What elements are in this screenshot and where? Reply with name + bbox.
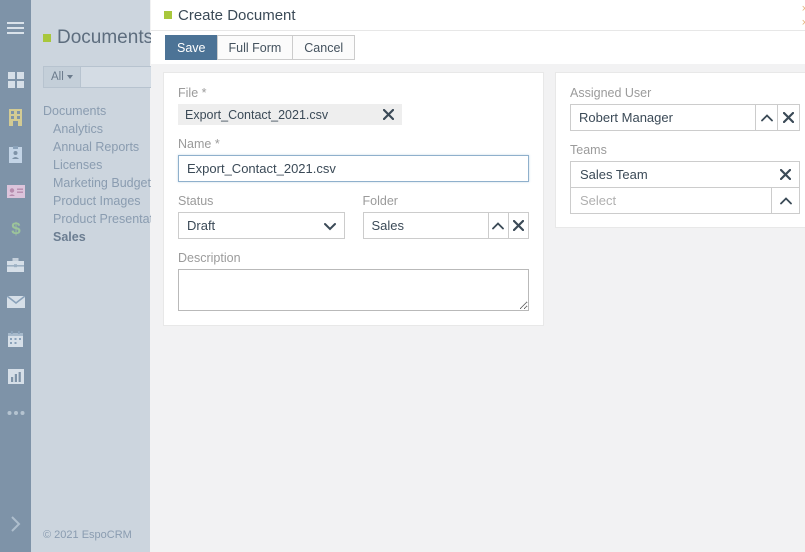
modal-title: Create Document [164, 7, 296, 24]
team-remove-close-icon[interactable] [780, 169, 791, 180]
assigned-user-input[interactable] [570, 104, 756, 131]
envelope-email-icon[interactable] [4, 290, 28, 314]
chevron-down-icon [66, 75, 73, 79]
page-title-text: Documents [57, 27, 154, 48]
page-title-square-icon [43, 34, 51, 42]
folder-item-licenses[interactable]: Licenses [31, 156, 150, 174]
filter-all-label: All [51, 71, 64, 83]
field-teams: Teams Sales Team [570, 143, 800, 214]
folder-item-documents[interactable]: Documents [31, 102, 150, 120]
team-add-input[interactable] [571, 188, 771, 213]
name-input[interactable] [178, 155, 529, 182]
folder-select-chevron-up-icon[interactable] [487, 212, 509, 239]
folder-list: Documents Analytics Annual Reports Licen… [31, 102, 176, 246]
close-icon-secondary[interactable]: × [802, 18, 805, 29]
hamburger-menu-icon[interactable] [4, 16, 28, 40]
field-assigned-user: Assigned User [570, 86, 800, 131]
grid-dashboard-icon[interactable] [4, 68, 28, 92]
create-document-modal: Create Document × × Save Full Form Cance… [151, 0, 805, 552]
id-card-leads-icon[interactable] [4, 179, 28, 203]
save-button[interactable]: Save [165, 35, 218, 60]
folder-item-analytics[interactable]: Analytics [31, 120, 150, 138]
documents-nav-panel: Documents All Documents Analytics Annual… [31, 0, 191, 552]
modal-toolbar: Save Full Form Cancel [151, 31, 805, 64]
modal-header: Create Document × × [151, 0, 805, 31]
folder-item-marketing-budget[interactable]: Marketing Budget [31, 174, 151, 192]
close-icon[interactable]: × [802, 4, 805, 15]
bar-chart-reports-icon[interactable] [4, 364, 28, 388]
name-label-text: Name [178, 137, 212, 151]
status-label: Status [178, 194, 214, 208]
file-label: File * [178, 86, 529, 100]
status-folder-row: Status DraftActiveCanceledExpired Folder [178, 194, 529, 239]
assigned-user-select-chevron-up-icon[interactable] [755, 104, 778, 131]
description-label: Description [178, 251, 241, 265]
folder-clear-close-icon[interactable] [508, 212, 529, 239]
file-required-marker: * [201, 86, 207, 100]
cancel-button[interactable]: Cancel [292, 35, 356, 60]
clipboard-contacts-icon[interactable] [4, 142, 28, 166]
file-remove-close-icon[interactable] [383, 109, 394, 120]
team-item-name: Sales Team [580, 167, 648, 182]
teams-label: Teams [570, 143, 607, 157]
file-attachment-name: Export_Contact_2021.csv [185, 107, 329, 122]
field-folder: Folder [354, 194, 529, 239]
file-attachment-chip: Export_Contact_2021.csv [178, 104, 402, 125]
team-select-chevron-up-icon[interactable] [771, 188, 799, 213]
status-select[interactable]: DraftActiveCanceledExpired [178, 212, 345, 239]
folder-item-product-presentations[interactable]: Product Presentations [31, 210, 176, 228]
icon-rail-sidebar: $ [0, 0, 31, 552]
assigned-user-clear-close-icon[interactable] [777, 104, 800, 131]
ellipsis-more-icon[interactable] [4, 401, 28, 425]
name-required-marker: * [214, 137, 220, 151]
svg-text:$: $ [11, 219, 21, 237]
folder-item-sales[interactable]: Sales [31, 228, 150, 246]
modal-title-square-icon [164, 11, 172, 19]
assigned-user-link-group [570, 104, 800, 131]
folder-input[interactable] [362, 212, 488, 239]
file-label-text: File [178, 86, 199, 100]
filter-all-dropdown[interactable]: All [43, 66, 81, 88]
folder-label: Folder [362, 194, 398, 208]
name-label: Name * [178, 137, 529, 151]
filter-row: All [43, 66, 191, 88]
field-name: Name * [178, 137, 529, 182]
field-status: Status DraftActiveCanceledExpired [178, 194, 354, 239]
folder-link-group [362, 212, 529, 239]
full-form-button[interactable]: Full Form [216, 35, 294, 60]
footer-copyright: © 2021 EspoCRM [43, 529, 132, 541]
sidebar-expand-chevron-right-icon[interactable] [4, 512, 28, 536]
right-form-panel: Assigned User T [555, 72, 805, 228]
field-file: File * Export_Contact_2021.csv [178, 86, 529, 125]
building-accounts-icon[interactable] [4, 105, 28, 129]
dollar-opportunities-icon[interactable]: $ [4, 216, 28, 240]
folder-item-annual-reports[interactable]: Annual Reports [31, 138, 150, 156]
briefcase-cases-icon[interactable] [4, 253, 28, 277]
modal-title-text: Create Document [178, 6, 296, 24]
team-item-row: Sales Team [570, 161, 800, 188]
page-title: Documents [43, 27, 154, 49]
left-form-panel: File * Export_Contact_2021.csv Name * Ex… [163, 72, 544, 326]
description-textarea[interactable] [178, 269, 529, 311]
calendar-icon[interactable] [4, 327, 28, 351]
team-add-row [570, 187, 800, 214]
modal-body: File * Export_Contact_2021.csv Name * Ex… [151, 64, 805, 552]
assigned-user-label: Assigned User [570, 86, 652, 100]
folder-item-product-images[interactable]: Product Images [31, 192, 150, 210]
status-select-wrap: DraftActiveCanceledExpired [178, 212, 345, 239]
field-description: Description [178, 251, 529, 311]
